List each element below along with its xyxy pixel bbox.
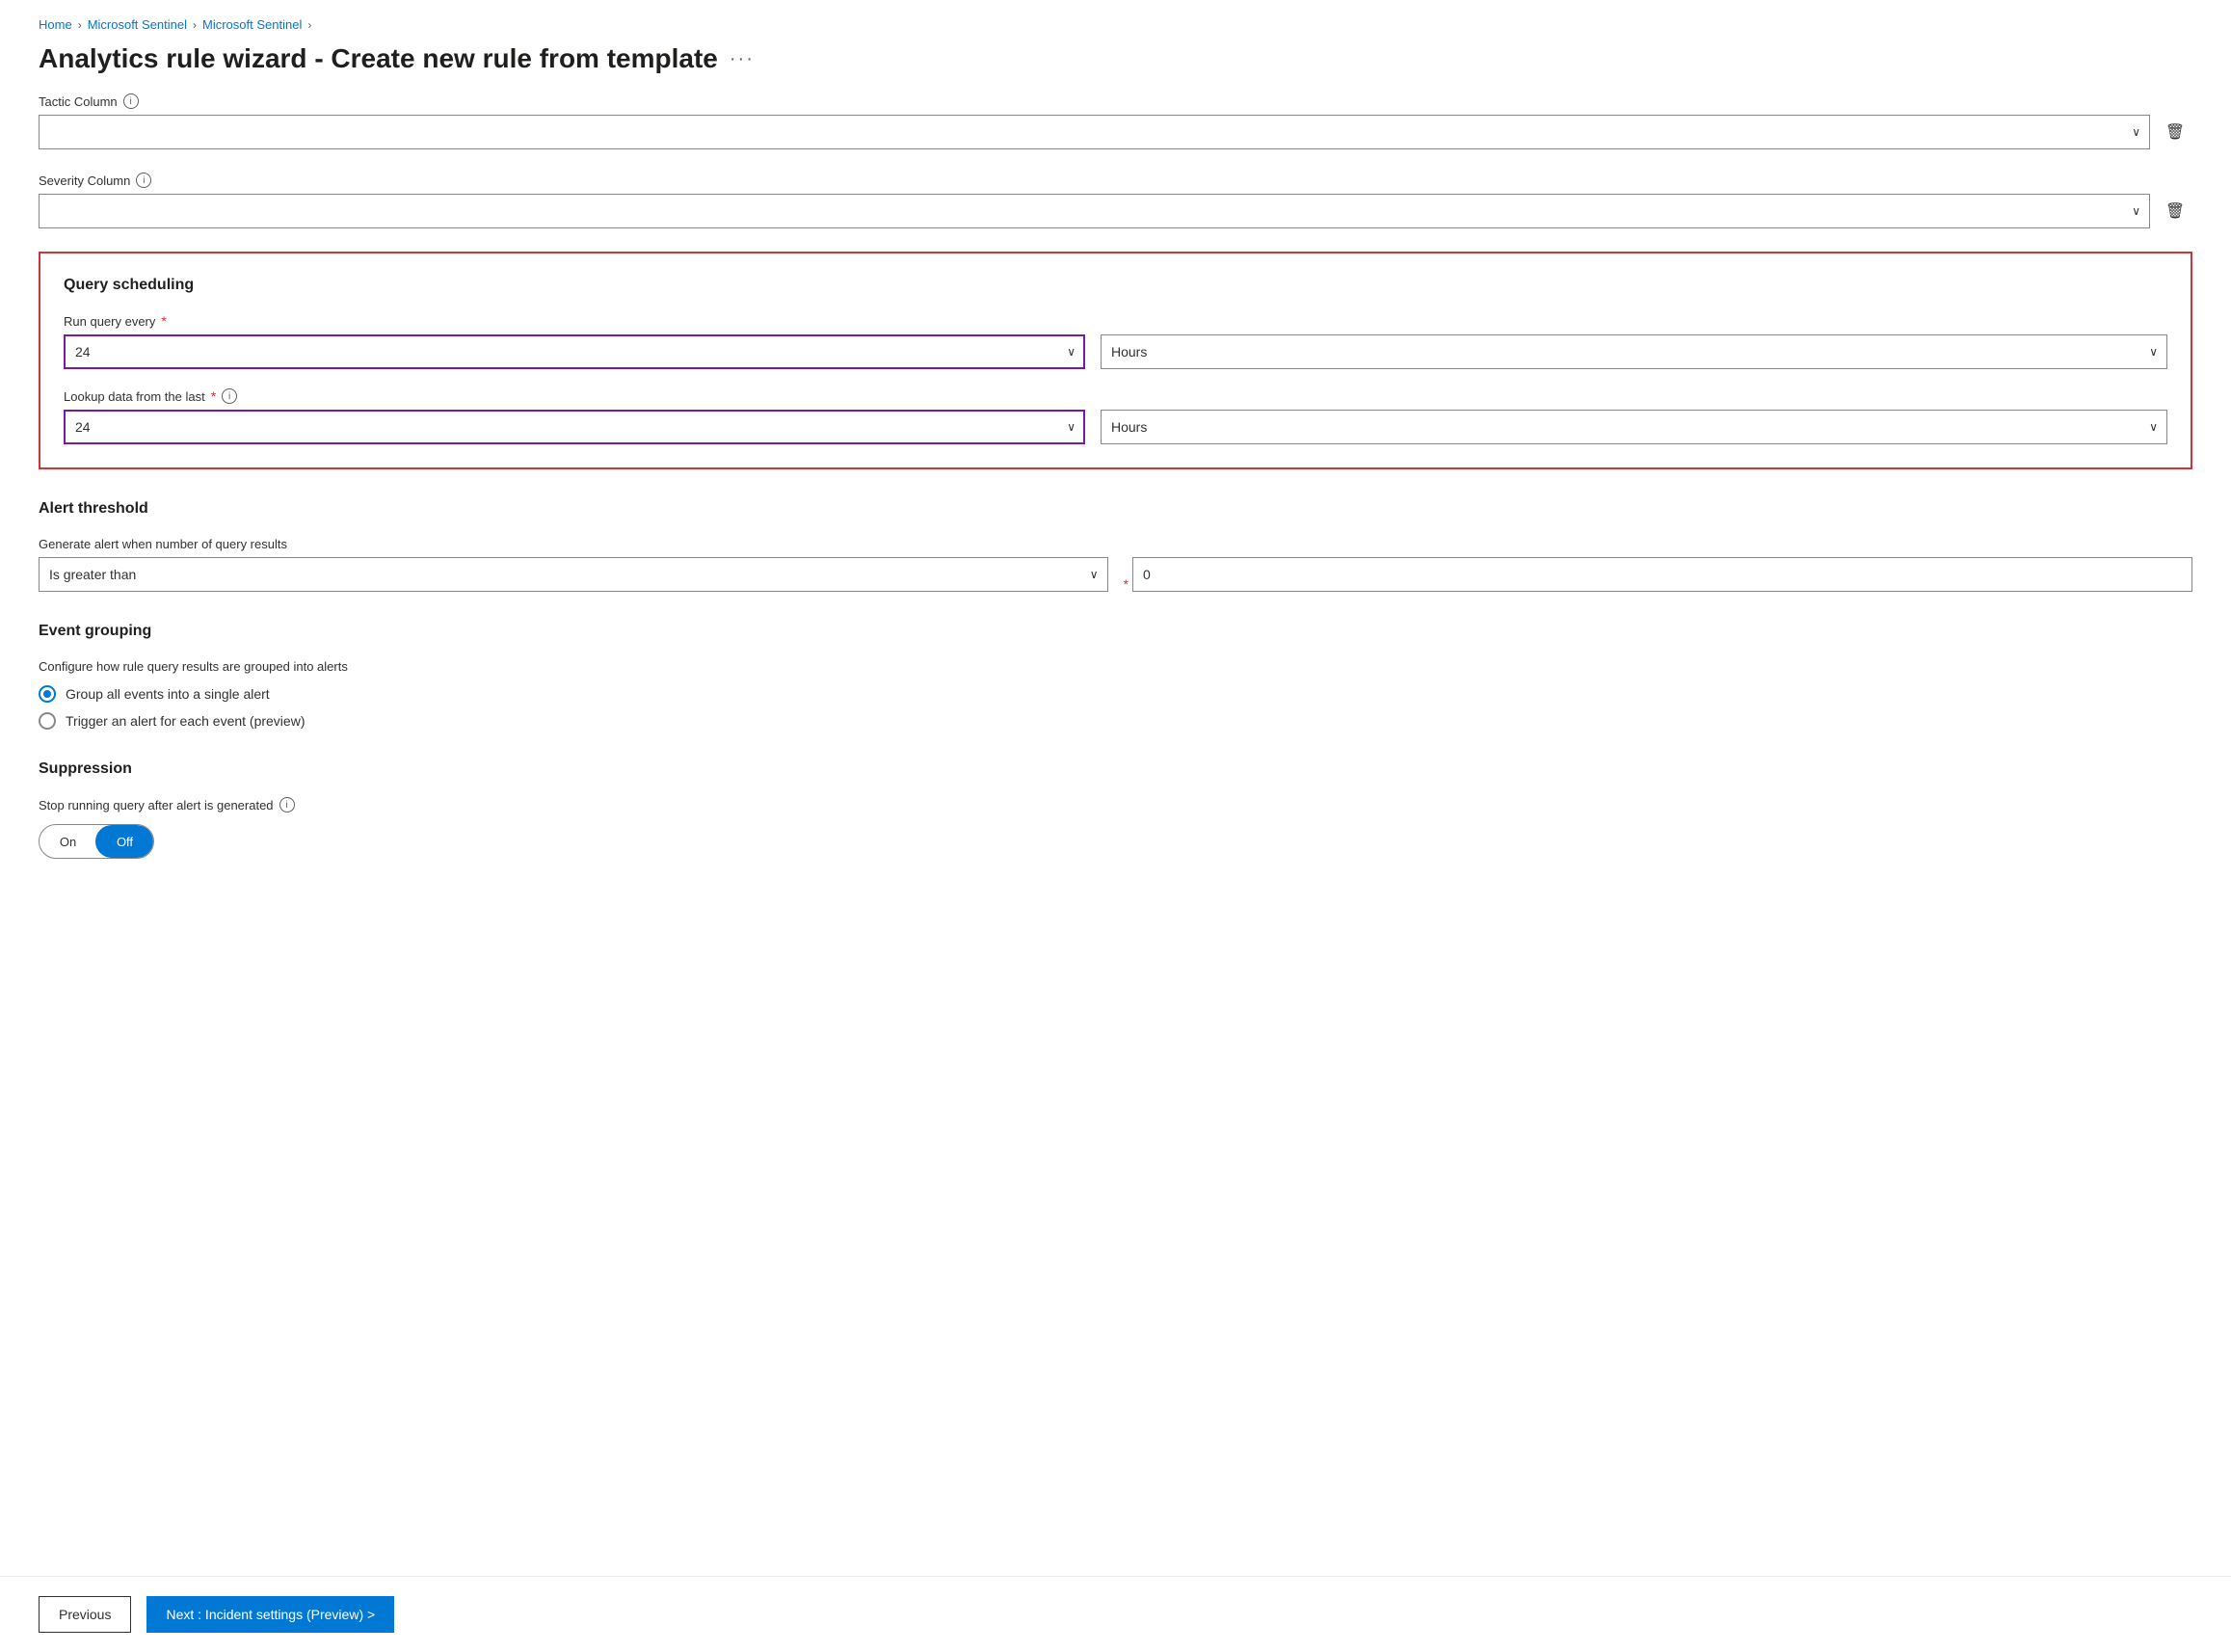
run-query-number-wrapper: 24 ∨ xyxy=(64,334,1085,369)
threshold-condition-group: Generate alert when number of query resu… xyxy=(39,537,1108,592)
threshold-condition-select[interactable]: Is greater than Is less than Is equal to xyxy=(39,557,1108,592)
severity-column-label: Severity Column i xyxy=(39,173,2192,188)
run-query-field: Run query every * 24 ∨ xyxy=(64,313,1085,369)
lookup-data-field: Lookup data from the last * i 24 ∨ xyxy=(64,388,1085,444)
lookup-data-hours-wrapper: Hours Minutes Days ∨ xyxy=(1101,410,2167,444)
suppression-toggle[interactable]: On Off xyxy=(39,824,154,859)
toggle-off-label: Off xyxy=(96,835,153,849)
tactic-info-icon[interactable]: i xyxy=(123,93,139,109)
breadcrumb: Home › Microsoft Sentinel › Microsoft Se… xyxy=(0,0,2231,40)
threshold-generate-label: Generate alert when number of query resu… xyxy=(39,537,1108,551)
tactic-column-group: Tactic Column i ∨ 🗑 xyxy=(39,93,2192,149)
severity-trash-icon: 🗑 xyxy=(2165,201,2185,221)
main-content: Tactic Column i ∨ 🗑 Severity Column i xyxy=(0,93,2231,936)
footer: Previous Next : Incident settings (Previ… xyxy=(0,1576,2231,1652)
alert-threshold-title: Alert threshold xyxy=(39,500,2192,518)
run-query-label: Run query every * xyxy=(64,313,1085,329)
tactic-column-dropdown-wrapper: ∨ xyxy=(39,115,2150,149)
page-title: Analytics rule wizard - Create new rule … xyxy=(39,43,718,74)
suppression-info-icon[interactable]: i xyxy=(279,797,295,813)
event-grouping-radio-group: Group all events into a single alert Tri… xyxy=(39,685,2192,730)
suppression-subtitle-row: Stop running query after alert is genera… xyxy=(39,797,2192,813)
tactic-column-select[interactable] xyxy=(39,115,2150,149)
radio-trigger-each-event-input[interactable] xyxy=(39,712,56,730)
tactic-column-delete-button[interactable]: 🗑 xyxy=(2158,115,2192,149)
ellipsis-button[interactable]: ··· xyxy=(730,48,755,70)
severity-column-row: ∨ 🗑 xyxy=(39,194,2192,228)
breadcrumb-sentinel-2[interactable]: Microsoft Sentinel xyxy=(202,17,302,32)
severity-column-group: Severity Column i ∨ 🗑 xyxy=(39,173,2192,228)
lookup-data-number-input[interactable]: 24 xyxy=(64,410,1085,444)
radio-trigger-each-event-label: Trigger an alert for each event (preview… xyxy=(66,713,305,729)
event-grouping-subtitle: Configure how rule query results are gro… xyxy=(39,659,2192,674)
trash-icon: 🗑 xyxy=(2165,122,2185,142)
run-query-number-input[interactable]: 24 xyxy=(64,334,1085,369)
breadcrumb-home[interactable]: Home xyxy=(39,17,72,32)
event-grouping-title: Event grouping xyxy=(39,623,2192,640)
query-scheduling-section: Query scheduling Run query every * 24 ∨ … xyxy=(39,252,2192,469)
suppression-title: Suppression xyxy=(39,760,2192,778)
run-query-row: Run query every * 24 ∨ Hours Minutes Day… xyxy=(64,313,2167,369)
suppression-toggle-wrapper: On Off xyxy=(39,824,2192,859)
threshold-value-input[interactable]: 0 xyxy=(1132,557,2192,592)
run-query-hours-select[interactable]: Hours Minutes Days xyxy=(1101,334,2167,369)
radio-group-all-events-input[interactable] xyxy=(39,685,56,703)
radio-trigger-each-event[interactable]: Trigger an alert for each event (preview… xyxy=(39,712,2192,730)
severity-column-delete-button[interactable]: 🗑 xyxy=(2158,194,2192,228)
tactic-column-row: ∨ 🗑 xyxy=(39,115,2192,149)
threshold-condition-wrapper: Is greater than Is less than Is equal to… xyxy=(39,557,1108,592)
breadcrumb-sep-3: › xyxy=(307,18,311,32)
radio-group-all-events-dot xyxy=(43,690,51,698)
lookup-data-info-icon[interactable]: i xyxy=(222,388,237,404)
run-query-required-star: * xyxy=(161,313,166,329)
severity-column-select[interactable] xyxy=(39,194,2150,228)
lookup-data-row: Lookup data from the last * i 24 ∨ Hours… xyxy=(64,388,2167,444)
alert-threshold-section: Alert threshold Generate alert when numb… xyxy=(39,500,2192,592)
alert-threshold-row: Generate alert when number of query resu… xyxy=(39,537,2192,592)
radio-group-all-events[interactable]: Group all events into a single alert xyxy=(39,685,2192,703)
event-grouping-section: Event grouping Configure how rule query … xyxy=(39,623,2192,730)
breadcrumb-sentinel-1[interactable]: Microsoft Sentinel xyxy=(88,17,187,32)
run-query-hours-wrapper: Hours Minutes Days ∨ xyxy=(1101,334,2167,369)
toggle-on-label: On xyxy=(40,835,96,849)
lookup-data-label: Lookup data from the last * i xyxy=(64,388,1085,404)
lookup-data-hours-select[interactable]: Hours Minutes Days xyxy=(1101,410,2167,444)
next-button[interactable]: Next : Incident settings (Preview) > xyxy=(146,1596,394,1633)
page-title-container: Analytics rule wizard - Create new rule … xyxy=(0,40,2231,93)
threshold-value-wrapper: 0 xyxy=(1132,557,2192,592)
breadcrumb-sep-1: › xyxy=(78,18,82,32)
lookup-data-number-wrapper: 24 ∨ xyxy=(64,410,1085,444)
threshold-value-group: * 0 xyxy=(1124,557,2193,592)
lookup-data-required-star: * xyxy=(211,388,216,404)
threshold-value-required-star: * xyxy=(1124,576,1129,592)
suppression-section: Suppression Stop running query after ale… xyxy=(39,760,2192,859)
severity-info-icon[interactable]: i xyxy=(136,173,151,188)
tactic-column-label: Tactic Column i xyxy=(39,93,2192,109)
previous-button[interactable]: Previous xyxy=(39,1596,131,1633)
radio-group-all-events-label: Group all events into a single alert xyxy=(66,686,270,702)
query-scheduling-title: Query scheduling xyxy=(64,277,2167,294)
severity-column-dropdown-wrapper: ∨ xyxy=(39,194,2150,228)
breadcrumb-sep-2: › xyxy=(193,18,197,32)
